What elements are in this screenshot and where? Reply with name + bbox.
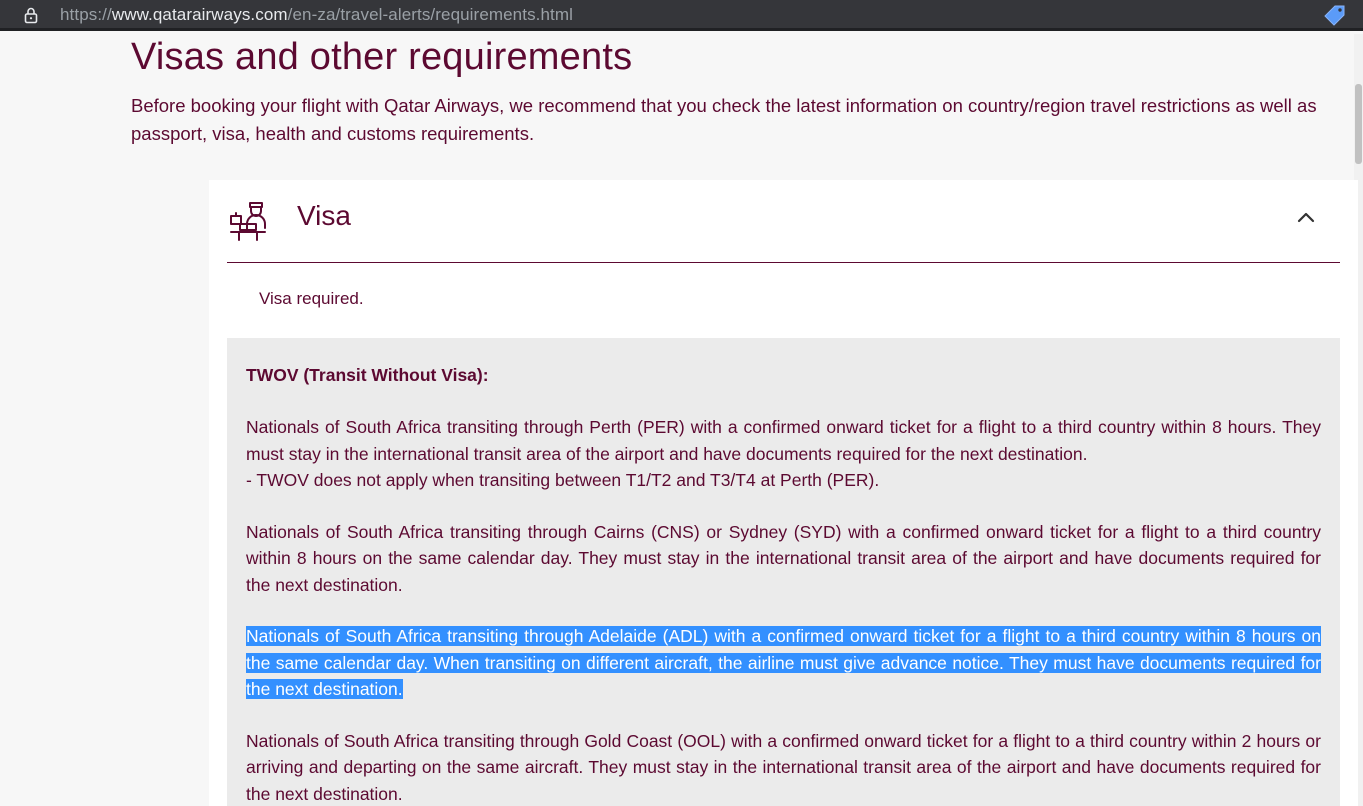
paragraph-text: Nationals of South Africa transiting thr… [246,417,1321,464]
twov-paragraph-cairns-sydney: Nationals of South Africa transiting thr… [246,521,1321,595]
divider [227,262,1340,263]
twov-panel: TWOV (Transit Without Visa): Nationals o… [227,338,1340,806]
intro-text: Before booking your flight with Qatar Ai… [131,95,1317,144]
page-title: Visas and other requirements [131,36,633,78]
twov-heading: TWOV (Transit Without Visa): [246,365,489,385]
paragraph-note: - TWOV does not apply when transiting be… [246,470,880,490]
lock-icon[interactable] [22,6,40,24]
twov-paragraph-gold-coast: Nationals of South Africa transiting thr… [246,730,1321,804]
url-path: /en-za/travel-alerts/requirements.html [287,5,574,24]
selected-text: Nationals of South Africa transiting thr… [246,626,1321,699]
tag-icon[interactable] [1323,3,1347,27]
url-prefix: https:// [60,5,112,24]
visa-requirement: Visa required. [259,289,364,308]
twov-paragraph-perth: Nationals of South Africa transiting thr… [246,414,1321,494]
twov-paragraph-adelaide: Nationals of South Africa transiting thr… [246,623,1321,703]
visa-section: Visa Visa required. TWOV (Transit Withou… [209,180,1358,806]
url-text[interactable]: https://www.qatarairways.com/en-za/trave… [60,5,573,25]
browser-address-bar[interactable]: https://www.qatarairways.com/en-za/trave… [0,0,1363,31]
chevron-up-icon[interactable] [1294,205,1318,229]
url-host: www.qatarairways.com [111,5,288,24]
passport-officer-icon [230,202,266,241]
section-title: Visa [297,200,351,231]
